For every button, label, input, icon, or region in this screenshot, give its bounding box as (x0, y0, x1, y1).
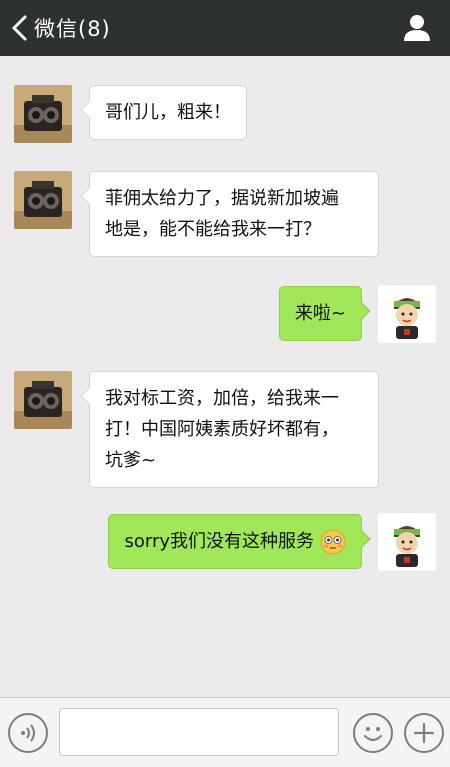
message-row: 来啦~ (0, 285, 450, 345)
message-text-line: 坑爹~ (105, 450, 157, 471)
person-icon[interactable] (402, 12, 432, 42)
message-text-line: 打！中国阿姨素质好坏都有， (105, 419, 339, 440)
message-text-line: 地是，能不能给我来一打？ (105, 219, 321, 240)
input-bar (0, 697, 450, 767)
camera-avatar[interactable] (14, 171, 72, 229)
back-label: 微信(8) (34, 17, 111, 41)
message-bubble: 来啦~ (278, 286, 371, 341)
message-list[interactable]: 哥们儿，粗来！ 菲佣太给力了，据说新加坡遍 地是，能不能给我来一打？ 来啦~ 我… (0, 56, 450, 696)
plus-icon (413, 722, 435, 744)
message-bubble: 菲佣太给力了，据说新加坡遍 地是，能不能给我来一打？ (80, 171, 379, 257)
back-button[interactable]: 微信(8) (10, 8, 111, 48)
cartoon-avatar[interactable] (378, 285, 436, 343)
voice-button[interactable] (8, 713, 48, 753)
more-button[interactable] (404, 713, 444, 753)
camera-avatar[interactable] (14, 85, 72, 143)
message-text: 哥们儿，粗来！ (105, 102, 231, 123)
message-bubble: 我对标工资，加倍，给我来一 打！中国阿姨素质好坏都有， 坑爹~ (80, 371, 379, 488)
message-text-line: 菲佣太给力了，据说新加坡遍 (105, 188, 339, 209)
wechat-chat-screen: 微信(8) 哥们儿，粗来！ 菲佣太给力了，据说新加坡遍 地是，能不能给我来一打？… (0, 0, 450, 767)
message-bubble: sorry我们没有这种服务 (108, 514, 371, 569)
message-row: 我对标工资，加倍，给我来一 打！中国阿姨素质好坏都有， 坑爹~ (0, 371, 450, 491)
voice-icon (21, 724, 35, 742)
message-row: sorry我们没有这种服务 (0, 513, 450, 577)
flushed-face-emoji (320, 529, 346, 554)
message-text: 来啦~ (294, 303, 346, 324)
smiley-icon (364, 727, 382, 741)
chevron-left-icon (12, 15, 27, 41)
message-row: 哥们儿，粗来！ (0, 85, 450, 145)
top-nav-bar: 微信(8) (0, 0, 450, 56)
emoji-button[interactable] (353, 713, 393, 753)
message-bubble: 哥们儿，粗来！ (80, 85, 247, 140)
cartoon-avatar[interactable] (378, 513, 436, 571)
camera-avatar[interactable] (14, 371, 72, 429)
message-row: 菲佣太给力了，据说新加坡遍 地是，能不能给我来一打？ (0, 171, 450, 261)
message-input[interactable] (59, 708, 339, 756)
message-text-line: 我对标工资，加倍，给我来一 (105, 388, 339, 409)
message-text: sorry我们没有这种服务 (124, 531, 314, 552)
